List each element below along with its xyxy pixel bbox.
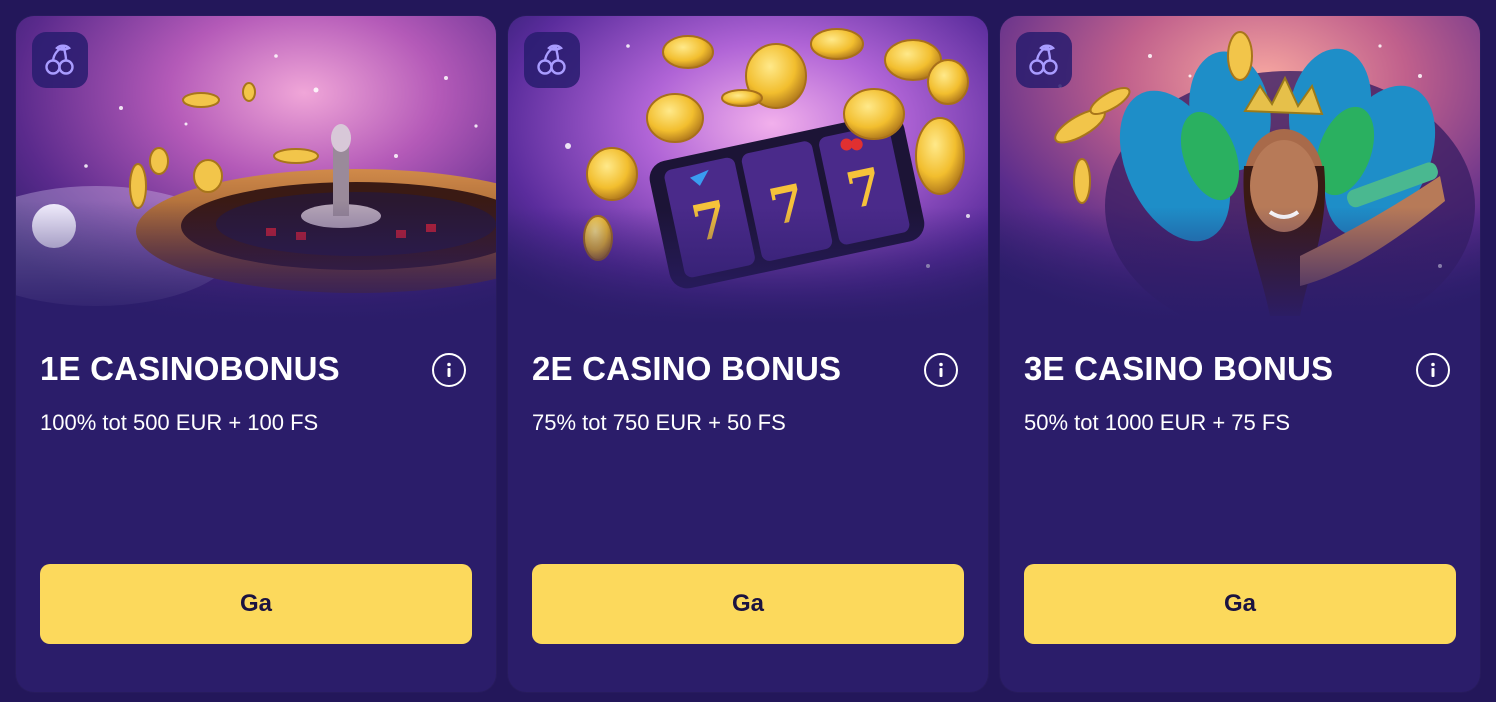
bonus-card-2: 777 [508, 16, 988, 692]
info-icon[interactable] [1416, 353, 1450, 387]
bonus-title: 1E CASINOBONUS [40, 350, 340, 387]
bonus-description: 50% tot 1000 EUR + 75 FS [1024, 410, 1290, 435]
go-button[interactable]: Ga [40, 564, 472, 644]
cherries-icon-badge [1016, 32, 1072, 88]
go-button[interactable]: Ga [532, 564, 964, 644]
bonus-description: 75% tot 750 EUR + 50 FS [532, 410, 786, 435]
cherries-icon-badge [32, 32, 88, 88]
roulette-wheel-image [16, 16, 496, 324]
bonus-card-1: 1E CASINOBONUS 100% tot 500 EUR + 100 FS… [16, 16, 496, 692]
cherries-icon-badge [524, 32, 580, 88]
slot-machine-coins-image: 777 [508, 16, 988, 324]
info-icon[interactable] [924, 353, 958, 387]
bonus-description: 100% tot 500 EUR + 100 FS [40, 410, 319, 435]
cherries-icon [537, 44, 566, 75]
bonus-card-3: 3E CASINO BONUS 50% tot 1000 EUR + 75 FS… [1000, 16, 1480, 692]
info-icon[interactable] [432, 353, 466, 387]
cherries-icon [45, 44, 74, 75]
cherries-icon [1029, 44, 1058, 75]
go-button[interactable]: Ga [1024, 564, 1456, 644]
bonus-title: 2E CASINO BONUS [532, 350, 842, 387]
carnival-dancer-image [1000, 16, 1480, 324]
bonus-title: 3E CASINO BONUS [1024, 350, 1334, 387]
bonus-cards-row: 1E CASINOBONUS 100% tot 500 EUR + 100 FS… [0, 0, 1496, 702]
